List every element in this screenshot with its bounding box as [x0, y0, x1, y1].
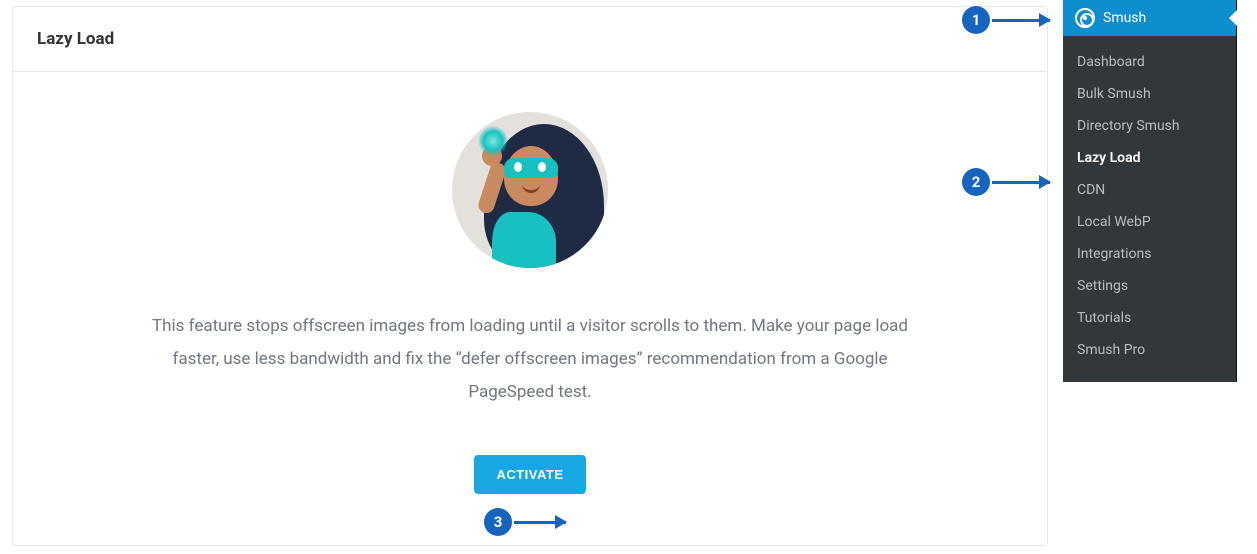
menu-item-lazy-load[interactable]: Lazy Load — [1063, 142, 1236, 174]
smush-submenu: Smush Dashboard Bulk Smush Directory Smu… — [1063, 0, 1237, 382]
menu-item-local-webp[interactable]: Local WebP — [1063, 206, 1236, 238]
feature-description: This feature stops offscreen images from… — [150, 310, 910, 409]
card-body: This feature stops offscreen images from… — [13, 72, 1047, 494]
card-header: Lazy Load — [13, 7, 1047, 72]
menu-body: Dashboard Bulk Smush Directory Smush Laz… — [1063, 36, 1236, 382]
menu-header-smush[interactable]: Smush — [1063, 0, 1236, 36]
menu-item-cdn[interactable]: CDN — [1063, 174, 1236, 206]
menu-item-bulk-smush[interactable]: Bulk Smush — [1063, 78, 1236, 110]
page-title: Lazy Load — [37, 29, 1023, 49]
menu-item-settings[interactable]: Settings — [1063, 270, 1236, 302]
menu-header-label: Smush — [1103, 10, 1146, 26]
hero-illustration — [452, 112, 608, 268]
menu-item-dashboard[interactable]: Dashboard — [1063, 46, 1236, 78]
menu-item-tutorials[interactable]: Tutorials — [1063, 302, 1236, 334]
smush-icon — [1075, 8, 1095, 28]
lazy-load-card: Lazy Load This feature stops offscreen i… — [12, 6, 1048, 546]
menu-item-integrations[interactable]: Integrations — [1063, 238, 1236, 270]
activate-button[interactable]: ACTIVATE — [474, 455, 585, 494]
menu-item-smush-pro[interactable]: Smush Pro — [1063, 334, 1236, 366]
menu-item-directory-smush[interactable]: Directory Smush — [1063, 110, 1236, 142]
